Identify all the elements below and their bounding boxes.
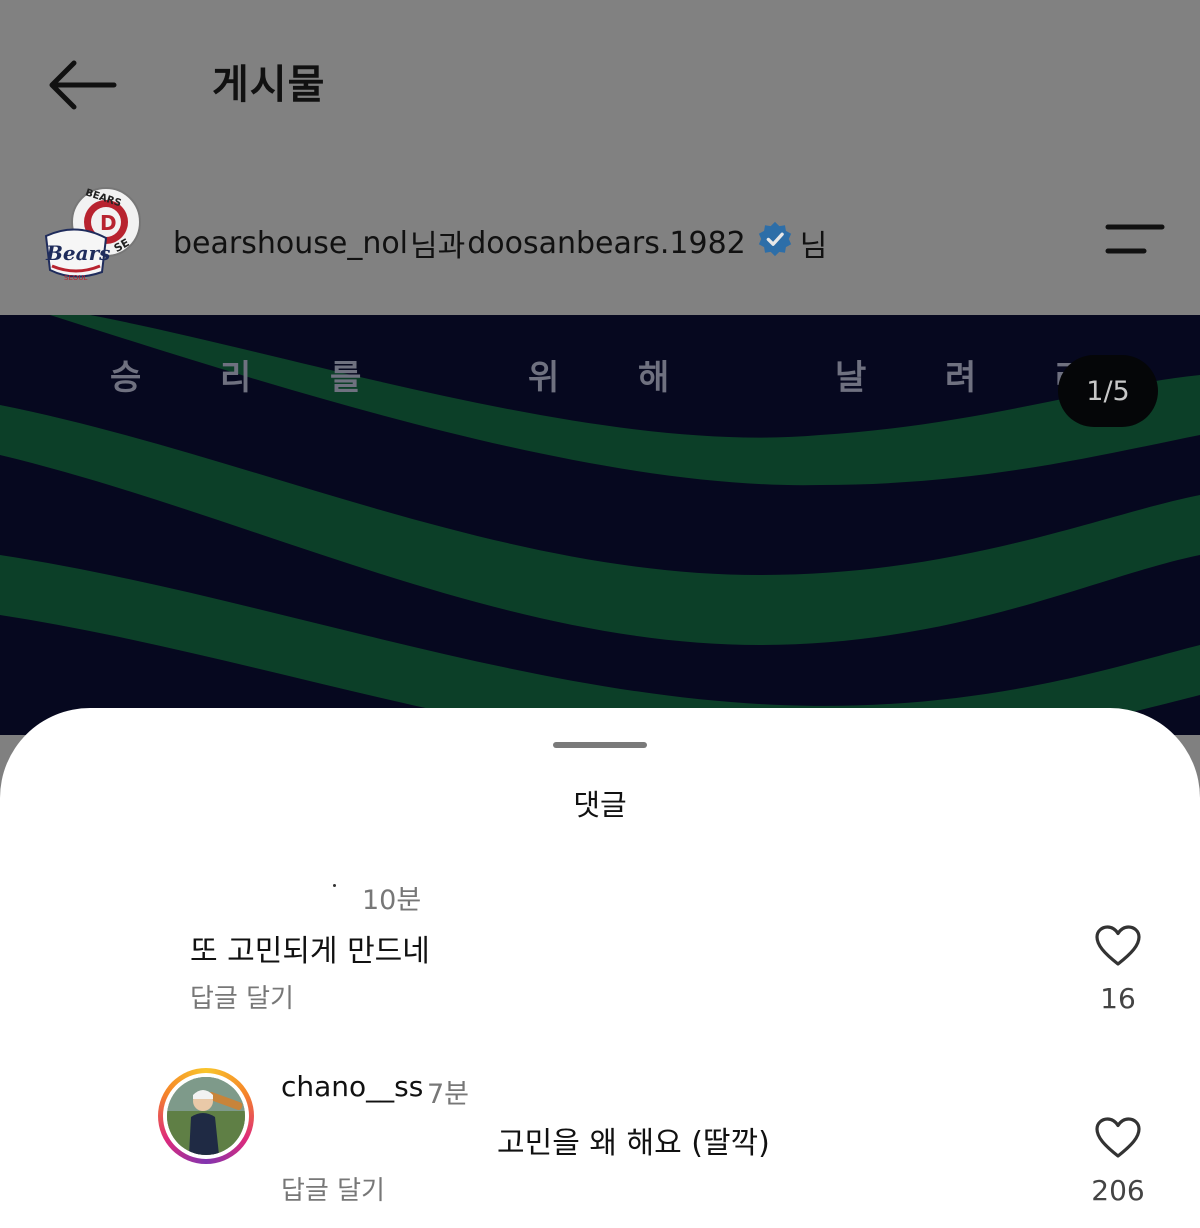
reply-button[interactable]: 답글 달기 <box>281 1170 385 1207</box>
carousel-pager: 1/5 <box>1058 355 1158 427</box>
svg-text:Bears: Bears <box>45 241 110 265</box>
connector-text: 님과 <box>410 229 466 264</box>
post-accounts: bearshouse_nol 님과 doosanbears.1982 님 <box>173 220 827 266</box>
wave-stripes <box>0 315 1200 735</box>
comment-username[interactable]: chano__ss <box>281 1070 423 1103</box>
suffix-text: 님 <box>799 229 828 264</box>
verified-badge-icon <box>756 220 794 266</box>
comment-time: 7분 <box>427 1079 470 1110</box>
reply-button[interactable]: 답글 달기 <box>190 978 294 1015</box>
bears-logo[interactable]: D BEARS SE Bears SEOUL <box>40 186 146 290</box>
account-link-doosanbears[interactable]: doosanbears.1982 <box>467 226 746 261</box>
like-count: 16 <box>1100 982 1136 1015</box>
arrow-left-icon[interactable] <box>44 55 120 115</box>
slogan-char: 려 <box>945 358 977 398</box>
svg-text:SEOUL: SEOUL <box>64 274 87 282</box>
post-header: 게시물 D BEARS SE Bears SEOUL bearshouse_no… <box>0 0 1200 315</box>
slogan-char: 위 <box>528 358 560 398</box>
menu-lines-icon[interactable] <box>1104 222 1166 256</box>
hidden-username-dot <box>333 884 336 887</box>
heart-icon[interactable] <box>1094 1116 1142 1160</box>
account-link-bearshouse[interactable]: bearshouse_nol <box>173 226 408 261</box>
slogan-char: 날 <box>835 358 867 398</box>
sheet-drag-handle[interactable] <box>553 742 647 748</box>
sheet-title: 댓글 <box>573 788 627 822</box>
post-image[interactable]: 승 리 를 위 해 날 려 라 1/5 <box>0 315 1200 735</box>
svg-text:D: D <box>100 211 117 235</box>
comment-text: 또 고민되게 만드네 <box>190 934 430 969</box>
heart-icon[interactable] <box>1094 924 1142 968</box>
slogan-char: 를 <box>330 358 362 398</box>
like-count: 206 <box>1091 1174 1145 1207</box>
page-title: 게시물 <box>212 62 326 108</box>
comment-text: 고민을 왜 해요 (딸깍) <box>497 1126 770 1161</box>
slogan-char: 리 <box>220 358 252 398</box>
slogan-char: 승 <box>110 358 142 398</box>
slogan-char: 해 <box>638 358 670 398</box>
comment-time: 10분 <box>362 885 422 916</box>
comments-sheet: 댓글 10분 또 고민되게 만드네 답글 달기 16 chano__ss 7분 … <box>0 708 1200 1228</box>
